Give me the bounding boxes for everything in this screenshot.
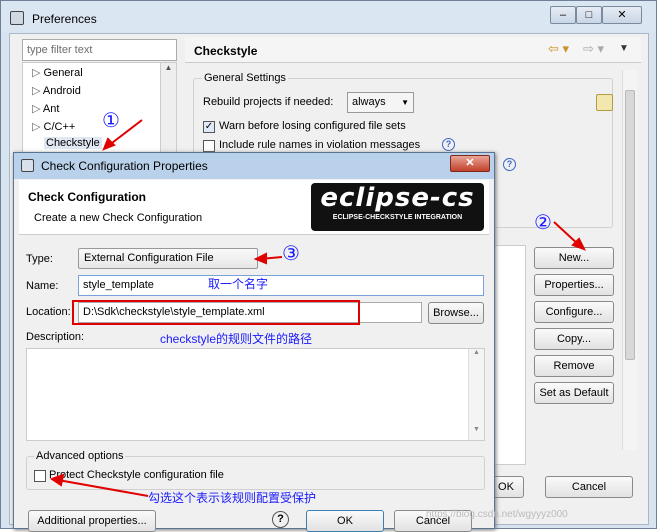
arrow-head [49,473,65,487]
arrow-head [253,252,267,265]
arrow-to-checkstyle [107,119,143,147]
arrow-head [102,137,116,151]
annotation-arrows [49,119,587,497]
arrow-to-protect [57,479,149,497]
